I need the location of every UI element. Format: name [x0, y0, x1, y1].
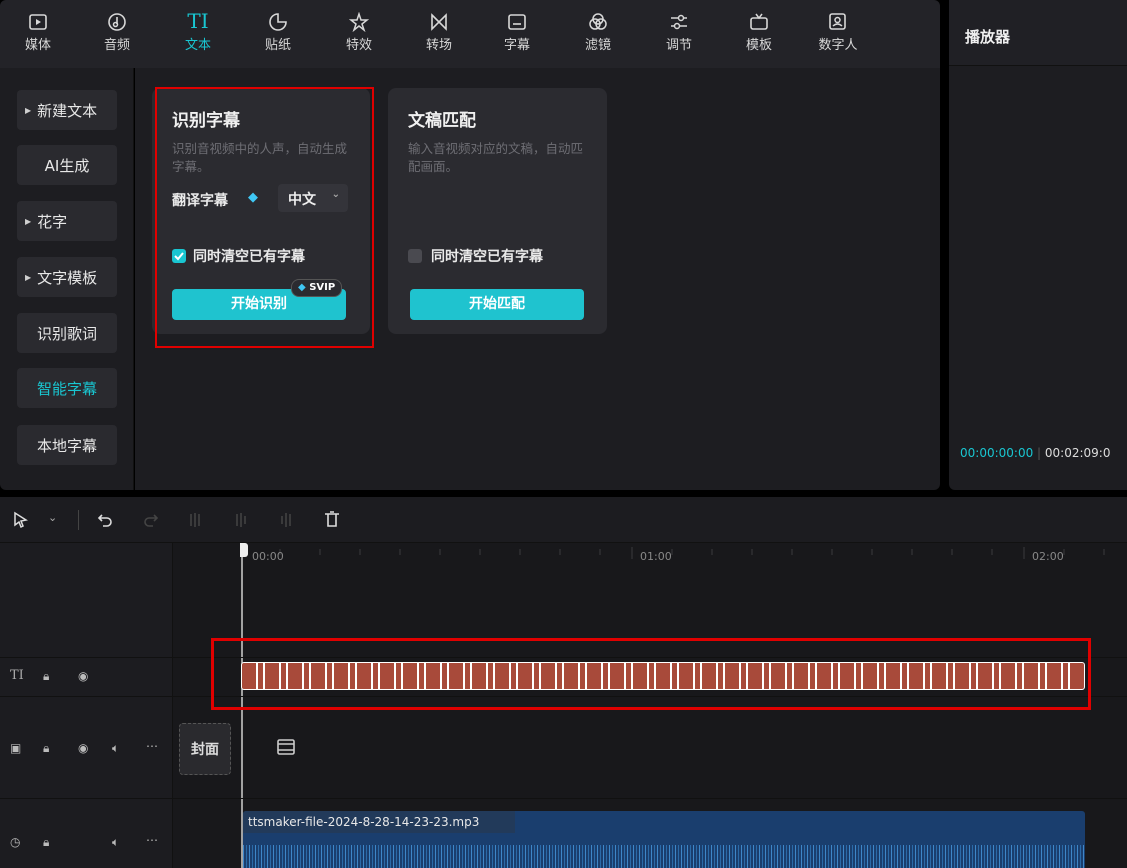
tab-subtitle[interactable]: 字幕 [489, 8, 545, 64]
tab-label: 模板 [745, 38, 772, 53]
timeline-toolbar: ⌄ [0, 497, 1127, 543]
tab-label: 贴纸 [264, 38, 291, 53]
tab-label: 数字人 [818, 38, 858, 53]
content-panel: 识别字幕 识别音视频中的人声，自动生成字幕。 翻译字幕 ◆ 中文 ⌄ 同时清空已… [135, 68, 940, 490]
tab-effects[interactable]: 特效 [331, 8, 387, 64]
tab-transition[interactable]: 转场 [411, 8, 467, 64]
audio-waveform [243, 845, 1085, 868]
tab-media[interactable]: 媒体 [10, 8, 66, 64]
caret-right-icon: ▶ [25, 272, 32, 282]
digital-human-icon [829, 13, 846, 30]
tick-label: 00:00 [252, 550, 284, 563]
undo-icon[interactable] [96, 511, 114, 529]
template-icon [750, 13, 768, 30]
select-pointer-icon[interactable] [12, 511, 30, 529]
card-description: 输入音视频对应的文稿，自动匹配画面。 [408, 141, 584, 174]
split-left-icon[interactable] [232, 511, 250, 529]
menu-label: 花字 [37, 212, 68, 231]
highlight-box [155, 87, 374, 348]
menu-fancy-text[interactable]: ▶ 花字 [17, 201, 117, 241]
clear-subtitles-label: 同时清空已有字幕 [431, 249, 543, 265]
menu-label: AI生成 [44, 156, 90, 175]
audio-clip[interactable]: ttsmaker-file-2024-8-28-14-23-23.mp3 [243, 811, 1085, 868]
tab-label: 字幕 [503, 38, 530, 53]
tab-label: 调节 [665, 38, 692, 53]
player-title: 播放器 [949, 0, 1127, 66]
audio-icon [108, 13, 126, 31]
delete-icon[interactable] [323, 510, 341, 528]
tab-label: 特效 [345, 38, 372, 53]
toolbar-divider [78, 510, 79, 530]
audio-track-icon: ◷ [10, 835, 21, 849]
menu-local-subtitle[interactable]: 本地字幕 [17, 425, 117, 465]
lock-icon[interactable]: 🔒︎ [43, 835, 49, 850]
split-right-icon[interactable] [277, 511, 295, 529]
start-match-button[interactable]: 开始匹配 [410, 289, 584, 320]
transition-icon [431, 13, 447, 31]
speaker-icon[interactable]: 🔈︎ [112, 741, 119, 756]
video-track: ▣ 🔒︎ ◉ 🔈︎ ⋯ 封面 [0, 699, 1127, 799]
redo-icon[interactable] [142, 511, 160, 529]
player-panel: 播放器 00:00:00:00 | 00:02:09:0 [949, 0, 1127, 490]
menu-label: 本地字幕 [36, 436, 97, 455]
menu-ai-generate[interactable]: AI生成 [17, 145, 117, 185]
tab-sticker[interactable]: 贴纸 [250, 8, 306, 64]
tab-text[interactable]: TI 文本 [170, 8, 226, 64]
caret-right-icon: ▶ [25, 105, 32, 115]
effects-icon [349, 12, 369, 32]
cover-button[interactable]: 封面 [179, 723, 231, 775]
tab-label: 转场 [425, 38, 452, 53]
video-track-icon: ▣ [10, 741, 22, 755]
tick-label: 02:00 [1032, 550, 1064, 563]
menu-label: 文字模板 [37, 268, 98, 287]
menu-label: 智能字幕 [36, 379, 97, 398]
eye-icon[interactable]: ◉ [78, 669, 88, 683]
tab-label: 滤镜 [584, 38, 611, 53]
menu-label: 新建文本 [37, 101, 98, 120]
tab-template[interactable]: 模板 [731, 8, 787, 64]
media-icon [29, 14, 47, 30]
tab-label: 音频 [103, 38, 130, 53]
tab-audio[interactable]: 音频 [89, 8, 145, 64]
filter-icon [589, 13, 607, 30]
film-icon [277, 739, 295, 755]
player-timecode: 00:00:00:00 | 00:02:09:0 [960, 446, 1110, 460]
menu-recognize-lyrics[interactable]: 识别歌词 [17, 313, 117, 353]
tab-label: 媒体 [24, 38, 51, 53]
menu-text-template[interactable]: ▶ 文字模板 [17, 257, 117, 297]
audio-track: ◷ 🔒︎ 🔈︎ ⋯ ttsmaker-file-2024-8-28-14-23-… [0, 801, 1127, 868]
top-tab-bar: 媒体 音频 TI 文本 贴纸 特效 转场 字幕 滤镜 调节 模板 数字人 [0, 0, 940, 68]
text-side-menu: ▶ 新建文本 AI生成 ▶ 花字 ▶ 文字模板 识别歌词 智能字幕 本地字幕 [0, 68, 134, 490]
tab-label: 文本 [184, 38, 211, 53]
audio-clip-name: ttsmaker-file-2024-8-28-14-23-23.mp3 [248, 815, 480, 829]
tab-adjust[interactable]: 调节 [651, 8, 707, 64]
subtitle-icon [508, 14, 526, 30]
menu-label: 识别歌词 [36, 324, 97, 343]
menu-new-text[interactable]: ▶ 新建文本 [17, 90, 117, 130]
clear-subtitles-checkbox[interactable] [408, 249, 422, 263]
eye-icon[interactable]: ◉ [78, 741, 88, 755]
text-track-icon: TI [10, 668, 24, 683]
lock-icon[interactable]: 🔒︎ [43, 669, 49, 684]
text-icon: TI [187, 9, 209, 33]
tab-digital-human[interactable]: 数字人 [810, 8, 866, 64]
total-time: 00:02:09:0 [1044, 446, 1111, 460]
menu-smart-subtitle[interactable]: 智能字幕 [17, 368, 117, 408]
time-separator: | [1037, 446, 1045, 460]
chevron-down-icon[interactable]: ⌄ [48, 511, 57, 524]
speaker-icon[interactable]: 🔈︎ [112, 835, 119, 850]
sticker-icon [269, 13, 287, 31]
timeline: 00:00 01:00 02:00 TI 🔒︎ ◉ ▣ 🔒︎ ◉ 🔈︎ ⋯ 封面… [0, 543, 1127, 868]
lock-icon[interactable]: 🔒︎ [43, 741, 49, 756]
adjust-icon [671, 14, 687, 30]
tab-filter[interactable]: 滤镜 [570, 8, 626, 64]
script-match-card: 文稿匹配 输入音视频对应的文稿，自动匹配画面。 同时清空已有字幕 开始匹配 [388, 88, 607, 334]
split-icon[interactable] [186, 511, 204, 529]
more-icon[interactable]: ⋯ [146, 833, 158, 847]
card-title: 文稿匹配 [408, 111, 476, 131]
current-time: 00:00:00:00 [960, 446, 1034, 460]
caret-right-icon: ▶ [25, 216, 32, 226]
more-icon[interactable]: ⋯ [146, 739, 158, 753]
tick-label: 01:00 [640, 550, 672, 563]
